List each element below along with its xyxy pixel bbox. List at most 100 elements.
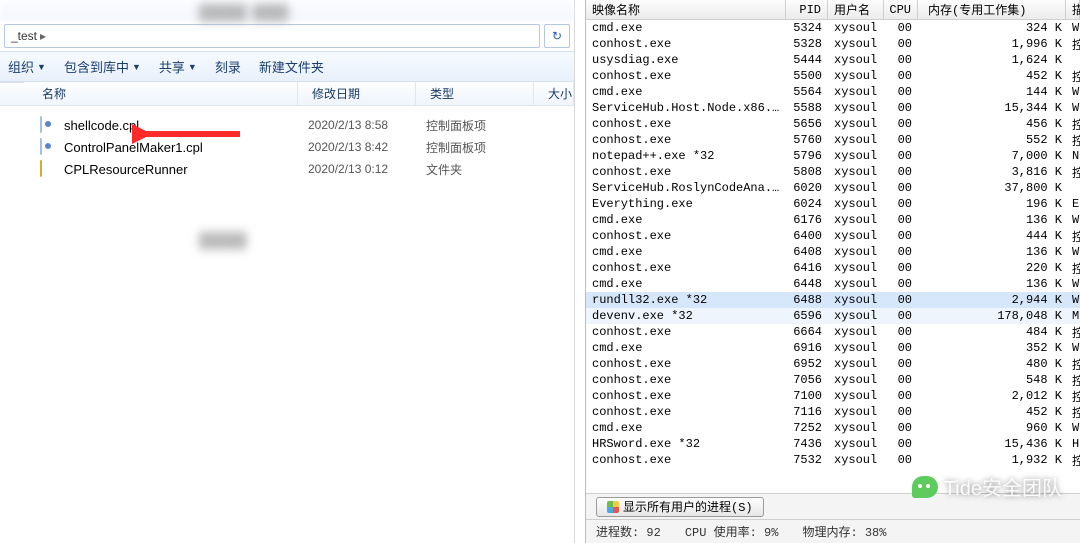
col-header-type[interactable]: 类型 <box>416 82 534 105</box>
process-row[interactable]: cmd.exe7252xysoul00960 KW <box>586 420 1080 436</box>
process-row[interactable]: cmd.exe6448xysoul00136 KW <box>586 276 1080 292</box>
address-bar-row: _test ▸ ↻ <box>0 20 574 52</box>
process-row[interactable]: conhost.exe7100xysoul002,012 K控 <box>586 388 1080 404</box>
process-row[interactable]: conhost.exe6416xysoul00220 K控 <box>586 260 1080 276</box>
process-cpu: 00 <box>884 309 918 323</box>
process-ext: H <box>1066 437 1080 451</box>
process-pid: 7116 <box>786 405 828 419</box>
process-pid: 5324 <box>786 21 828 35</box>
refresh-icon: ↻ <box>552 29 562 43</box>
file-name: shellcode.cpl <box>64 118 308 133</box>
process-row[interactable]: rundll32.exe *326488xysoul002,944 KW <box>586 292 1080 308</box>
process-row[interactable]: HRSword.exe *327436xysoul0015,436 KH <box>586 436 1080 452</box>
process-proc: ServiceHub.RoslynCodeAna... <box>586 181 786 195</box>
col-header-name[interactable]: 名称 <box>0 82 298 105</box>
process-row[interactable]: cmd.exe6916xysoul00352 KW <box>586 340 1080 356</box>
process-pid: 5760 <box>786 133 828 147</box>
process-cpu: 00 <box>884 293 918 307</box>
refresh-button[interactable]: ↻ <box>544 24 570 48</box>
process-row[interactable]: conhost.exe5760xysoul00552 K控 <box>586 132 1080 148</box>
file-row[interactable]: shellcode.cpl2020/2/13 8:58控制面板项 <box>0 114 574 136</box>
process-row[interactable]: cmd.exe5324xysoul00324 KW <box>586 20 1080 36</box>
watermark: Tide安全团队 <box>912 472 1062 501</box>
process-row[interactable]: conhost.exe5500xysoul00452 K控 <box>586 68 1080 84</box>
process-cpu: 00 <box>884 213 918 227</box>
process-pid: 6448 <box>786 277 828 291</box>
show-all-users-button[interactable]: 显示所有用户的进程(S) <box>596 497 764 517</box>
file-list-headers: 名称 修改日期 类型 大小 <box>0 82 574 106</box>
process-mem: 456 K <box>918 117 1066 131</box>
col-header-user[interactable]: 用户名 <box>828 0 884 19</box>
process-ext: 控 <box>1066 324 1080 341</box>
toolbar-share[interactable]: 共享▼ <box>159 57 197 76</box>
process-ext: W <box>1066 85 1080 99</box>
col-header-pid[interactable]: PID <box>786 0 828 19</box>
process-user: xysoul <box>828 213 884 227</box>
col-header-extra[interactable]: 描 <box>1066 0 1080 19</box>
file-row[interactable]: ControlPanelMaker1.cpl2020/2/13 8:42控制面板… <box>0 136 574 158</box>
process-row[interactable]: conhost.exe7056xysoul00548 K控 <box>586 372 1080 388</box>
process-row[interactable]: cmd.exe5564xysoul00144 KW <box>586 84 1080 100</box>
col-header-date[interactable]: 修改日期 <box>298 82 416 105</box>
process-row[interactable]: cmd.exe6176xysoul00136 KW <box>586 212 1080 228</box>
chevron-down-icon: ▼ <box>188 62 197 72</box>
process-row[interactable]: conhost.exe6952xysoul00480 K控 <box>586 356 1080 372</box>
process-row[interactable]: devenv.exe *326596xysoul00178,048 KM <box>586 308 1080 324</box>
process-cpu: 00 <box>884 277 918 291</box>
process-ext: W <box>1066 341 1080 355</box>
process-row[interactable]: Everything.exe6024xysoul00196 KE <box>586 196 1080 212</box>
process-row[interactable]: conhost.exe7532xysoul001,932 K控 <box>586 452 1080 468</box>
process-row[interactable]: conhost.exe5808xysoul003,816 K控 <box>586 164 1080 180</box>
toolbar-include[interactable]: 包含到库中▼ <box>64 57 141 76</box>
process-user: xysoul <box>828 149 884 163</box>
process-row[interactable]: notepad++.exe *325796xysoul007,000 KN <box>586 148 1080 164</box>
process-cpu: 00 <box>884 453 918 467</box>
process-user: xysoul <box>828 53 884 67</box>
nav-divider <box>0 82 24 102</box>
process-row[interactable]: conhost.exe5656xysoul00456 K控 <box>586 116 1080 132</box>
status-cpu: CPU 使用率: 9% <box>685 523 779 540</box>
toolbar-new-folder[interactable]: 新建文件夹 <box>259 57 324 76</box>
process-cpu: 00 <box>884 261 918 275</box>
process-ext: 控 <box>1066 132 1080 149</box>
process-row[interactable]: cmd.exe6408xysoul00136 KW <box>586 244 1080 260</box>
process-mem: 15,436 K <box>918 437 1066 451</box>
file-type: 控制面板项 <box>426 139 544 156</box>
process-row[interactable]: ServiceHub.Host.Node.x86...5588xysoul001… <box>586 100 1080 116</box>
file-row[interactable]: CPLResourceRunner2020/2/13 0:12文件夹 <box>0 158 574 180</box>
process-ext: W <box>1066 245 1080 259</box>
process-row[interactable]: ServiceHub.RoslynCodeAna...6020xysoul003… <box>586 180 1080 196</box>
process-ext: W <box>1066 101 1080 115</box>
process-pid: 5656 <box>786 117 828 131</box>
process-ext: 控 <box>1066 452 1080 469</box>
process-user: xysoul <box>828 197 884 211</box>
process-user: xysoul <box>828 341 884 355</box>
toolbar-burn[interactable]: 刻录 <box>215 57 241 76</box>
process-cpu: 00 <box>884 245 918 259</box>
process-row[interactable]: usysdiag.exe5444xysoul001,624 K <box>586 52 1080 68</box>
process-list[interactable]: cmd.exe5324xysoul00324 KWconhost.exe5328… <box>586 20 1080 498</box>
process-mem: 1,624 K <box>918 53 1066 67</box>
address-bar[interactable]: _test ▸ <box>4 24 540 48</box>
process-pid: 5588 <box>786 101 828 115</box>
process-row[interactable]: conhost.exe6400xysoul00444 K控 <box>586 228 1080 244</box>
process-cpu: 00 <box>884 341 918 355</box>
process-proc: cmd.exe <box>586 21 786 35</box>
process-row[interactable]: conhost.exe5328xysoul001,996 K控 <box>586 36 1080 52</box>
col-header-size[interactable]: 大小 <box>534 82 574 105</box>
process-row[interactable]: conhost.exe7116xysoul00452 K控 <box>586 404 1080 420</box>
process-row[interactable]: conhost.exe6664xysoul00484 K控 <box>586 324 1080 340</box>
file-list: shellcode.cpl2020/2/13 8:58控制面板项ControlP… <box>0 106 574 180</box>
process-cpu: 00 <box>884 69 918 83</box>
process-user: xysoul <box>828 357 884 371</box>
process-proc: cmd.exe <box>586 421 786 435</box>
col-header-cpu[interactable]: CPU <box>884 0 918 19</box>
col-header-memory[interactable]: 内存(专用工作集) <box>918 0 1066 19</box>
process-pid: 5564 <box>786 85 828 99</box>
process-proc: cmd.exe <box>586 277 786 291</box>
status-mem: 物理内存: 38% <box>802 523 886 540</box>
col-header-image-name[interactable]: 映像名称 <box>586 0 786 19</box>
process-user: xysoul <box>828 277 884 291</box>
breadcrumb-segment[interactable]: _test <box>11 29 37 43</box>
toolbar-organize[interactable]: 组织▼ <box>8 57 46 76</box>
